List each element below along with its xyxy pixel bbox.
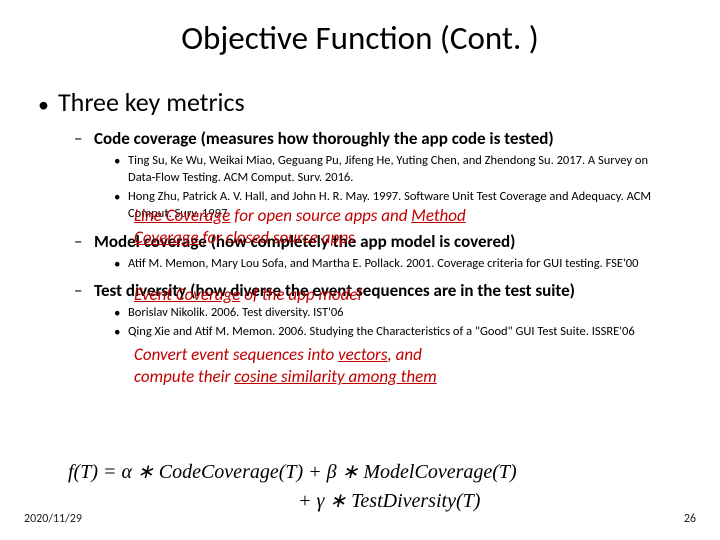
sub-heading-code-coverage: Code coverage (measures how thoroughly t…	[74, 128, 670, 149]
reference-item: Ting Su, Ke Wu, Weikai Miao, Geguang Pu,…	[128, 153, 670, 187]
overlay-annotation: Convert event sequences into vectors, an…	[134, 344, 422, 365]
overlay-annotation: Coverage for closed source apps	[134, 227, 354, 248]
reference-item: Atif M. Memon, Mary Lou Sofa, and Martha…	[128, 256, 670, 273]
overlay-annotation: compute their cosine similarity among th…	[134, 366, 437, 387]
slide-title: Objective Function (Cont. )	[50, 18, 670, 58]
formula-line1: f(T) = α ∗ CodeCoverage(T) + β ∗ ModelCo…	[68, 458, 517, 487]
formula: f(T) = α ∗ CodeCoverage(T) + β ∗ ModelCo…	[68, 458, 517, 516]
reference-item: Qing Xie and Atif M. Memon. 2006. Studyi…	[128, 324, 670, 341]
formula-line2: + γ ∗ TestDiversity(T)	[68, 487, 517, 516]
overlay-annotation: Line Coverage for open source apps and M…	[134, 205, 466, 226]
overlay-annotation: Event Coverage of the app model	[134, 284, 361, 305]
refs-model-coverage: Atif M. Memon, Mary Lou Sofa, and Martha…	[114, 256, 670, 273]
refs-test-diversity: Borislav Nikolik. 2006. Test diversity. …	[114, 305, 670, 341]
footer-page-number: 26	[684, 512, 696, 526]
main-bullet: Three key metrics	[38, 86, 670, 118]
main-bullet-text: Three key metrics	[58, 86, 245, 118]
footer-date: 2020/11/29	[24, 512, 82, 526]
reference-item: Borislav Nikolik. 2006. Test diversity. …	[128, 305, 670, 322]
